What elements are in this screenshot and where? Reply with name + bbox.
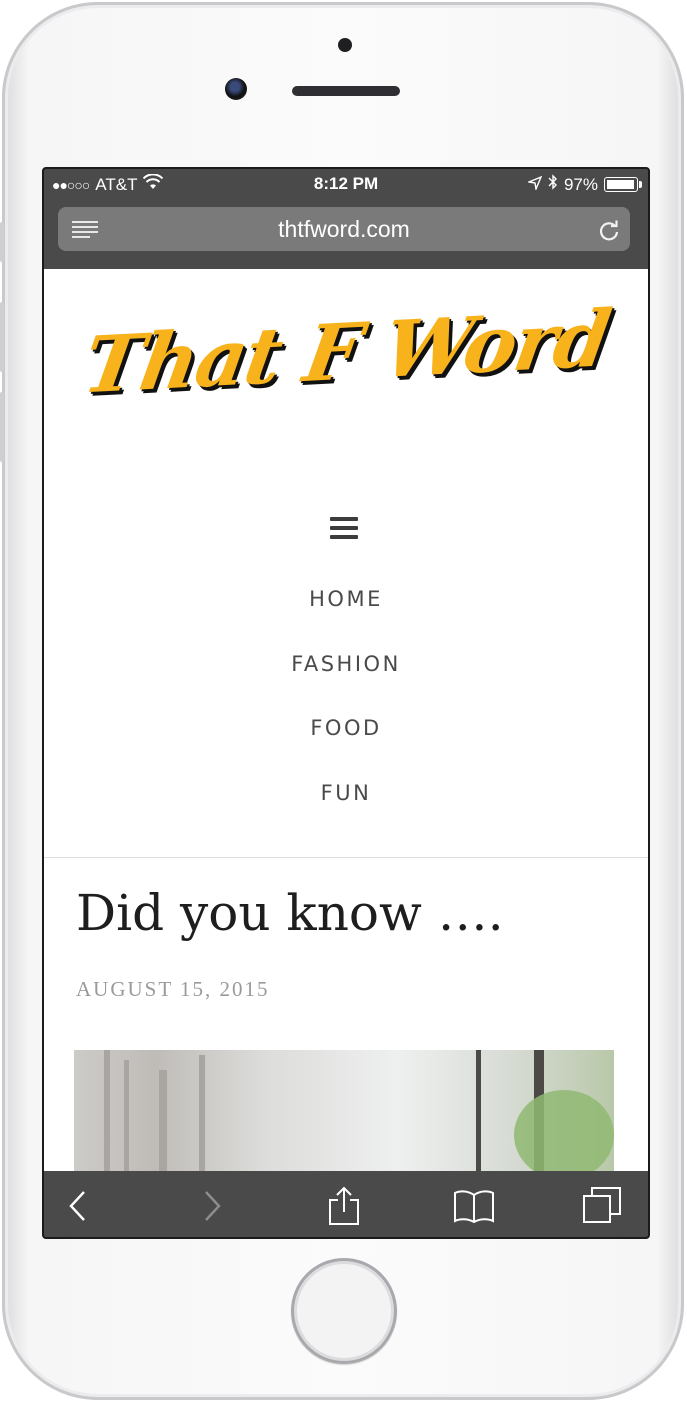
image-building-column	[124, 1060, 129, 1171]
battery-percent: 97%	[563, 174, 598, 194]
hamburger-menu-icon[interactable]	[330, 517, 358, 539]
location-arrow-icon	[526, 175, 543, 195]
site-logo[interactable]: That F Word	[44, 291, 648, 413]
main-nav: HOME FASHION FOOD FUN	[44, 587, 648, 845]
front-camera	[225, 78, 247, 100]
post-featured-image[interactable]	[74, 1050, 614, 1171]
web-page: That F Word HOME FASHION FOOD FUN Did yo…	[44, 269, 648, 1171]
home-button[interactable]	[291, 1258, 397, 1364]
image-tree-trunk	[476, 1050, 481, 1171]
address-bar[interactable]: thtfword.com	[58, 207, 630, 251]
post-title[interactable]: Did you know ….	[76, 884, 504, 942]
browser-address-area: thtfword.com	[44, 199, 648, 269]
volume-up-button	[0, 302, 4, 372]
battery-fill	[607, 180, 635, 189]
nav-item-food[interactable]: FOOD	[44, 716, 648, 781]
share-icon[interactable]	[314, 1171, 374, 1237]
image-foliage	[514, 1090, 614, 1171]
bookmarks-icon[interactable]	[444, 1171, 504, 1237]
mute-switch	[0, 222, 4, 262]
nav-item-fun[interactable]: FUN	[44, 781, 648, 846]
status-bar: ●●○○○ AT&T 8:12 PM 97%	[44, 169, 648, 199]
back-chevron-icon[interactable]	[48, 1171, 108, 1237]
reader-icon[interactable]	[72, 221, 98, 238]
earpiece-speaker	[292, 86, 400, 96]
bluetooth-icon	[548, 174, 558, 195]
reload-icon[interactable]	[598, 207, 620, 251]
forward-chevron-icon[interactable]	[182, 1171, 242, 1237]
screen: ●●○○○ AT&T 8:12 PM 97% thtfword.com That…	[42, 167, 650, 1239]
image-building-column	[104, 1050, 110, 1171]
image-building-column	[199, 1055, 205, 1171]
nav-item-fashion[interactable]: FASHION	[44, 652, 648, 717]
tabs-icon[interactable]	[572, 1171, 632, 1237]
battery-icon	[604, 177, 642, 192]
proximity-sensor	[338, 38, 352, 52]
header-divider	[44, 857, 648, 858]
nav-item-home[interactable]: HOME	[44, 587, 648, 652]
browser-toolbar	[44, 1171, 648, 1237]
image-building-column	[159, 1070, 167, 1171]
post-date: AUGUST 15, 2015	[76, 977, 270, 1001]
volume-down-button	[0, 392, 4, 462]
url-text: thtfword.com	[278, 216, 410, 242]
